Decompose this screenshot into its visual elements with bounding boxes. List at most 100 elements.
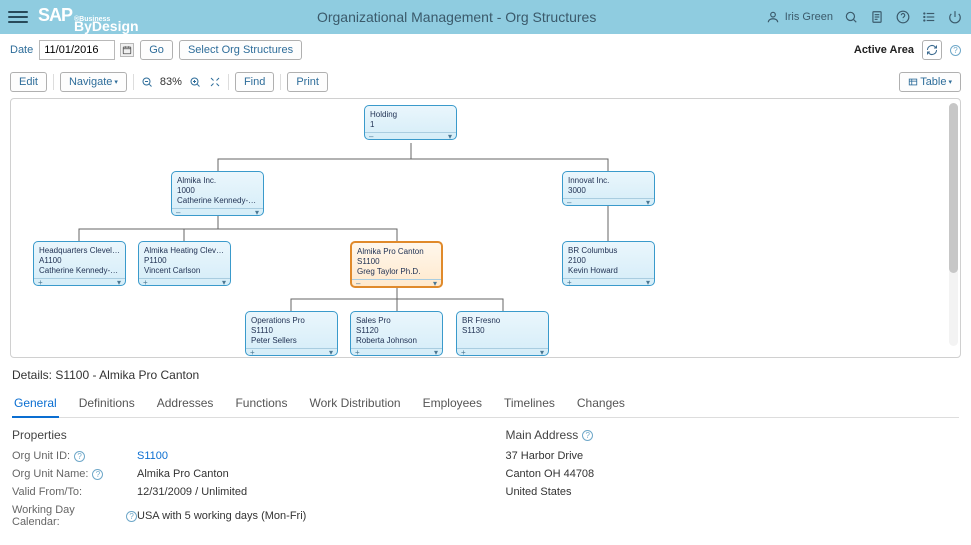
filter-bar: Date Go Select Org Structures Active Are… [0, 34, 971, 66]
list-icon[interactable] [921, 9, 937, 25]
calendar-icon[interactable] [120, 43, 134, 57]
node-person: Kevin Howard [568, 266, 649, 276]
expand-icon[interactable]: + [143, 279, 148, 285]
node-almika-inc[interactable]: Almika Inc. 1000 Catherine Kennedy-Woods… [171, 171, 264, 216]
search-icon[interactable] [843, 9, 859, 25]
user-icon [765, 9, 781, 25]
org-unit-name-value: Almika Pro Canton [137, 468, 229, 480]
chevron-down-icon[interactable]: ▾ [646, 279, 650, 285]
zoom-out-icon[interactable] [140, 75, 154, 89]
active-area-label: Active Area [854, 44, 914, 56]
address-line-1: 37 Harbor Drive [506, 450, 584, 462]
scrollbar-thumb[interactable] [949, 103, 958, 273]
collapse-icon[interactable]: – [567, 199, 571, 205]
node-name: Almika Heating Cleveland [144, 246, 225, 256]
collapse-icon[interactable]: – [369, 133, 373, 139]
help-icon[interactable]: ? [582, 430, 593, 441]
node-id: 2100 [568, 256, 649, 266]
edit-button[interactable]: Edit [10, 72, 47, 92]
tab-definitions[interactable]: Definitions [77, 392, 137, 417]
date-input[interactable] [39, 40, 115, 60]
org-unit-id-value[interactable]: S1100 [137, 450, 168, 462]
clipboard-icon[interactable] [869, 9, 885, 25]
chevron-down-icon[interactable]: ▾ [448, 133, 452, 139]
zoom-level: 83% [160, 76, 182, 88]
fit-icon[interactable] [208, 75, 222, 89]
node-name: Almika Inc. [177, 176, 258, 186]
node-br-columbus[interactable]: BR Columbus 2100 Kevin Howard + ▾ [562, 241, 655, 286]
expand-icon[interactable]: + [461, 349, 466, 355]
node-id: S1110 [251, 326, 332, 336]
calendar-value: USA with 5 working days (Mon-Fri) [137, 510, 306, 522]
tab-addresses[interactable]: Addresses [155, 392, 216, 417]
help-icon[interactable] [895, 9, 911, 25]
zoom-in-icon[interactable] [188, 75, 202, 89]
expand-icon[interactable]: + [38, 279, 43, 285]
node-name: Headquarters Cleveland [39, 246, 120, 256]
go-button[interactable]: Go [140, 40, 173, 60]
collapse-icon[interactable]: – [356, 280, 360, 286]
tab-timelines[interactable]: Timelines [502, 392, 557, 417]
node-almika-pro-canton[interactable]: Almika Pro Canton S1100 Greg Taylor Ph.D… [350, 241, 443, 288]
valid-from-to-label: Valid From/To: [12, 486, 82, 498]
power-icon[interactable] [947, 9, 963, 25]
node-person: Catherine Kennedy-Woods [177, 196, 258, 206]
node-innovat-inc[interactable]: Innovat Inc. 3000 –▾ [562, 171, 655, 206]
tab-functions[interactable]: Functions [233, 392, 289, 417]
org-unit-name-label: Org Unit Name: [12, 468, 88, 480]
refresh-icon[interactable] [922, 40, 942, 60]
node-name: BR Columbus [568, 246, 649, 256]
expand-icon[interactable]: + [250, 349, 255, 355]
separator [280, 74, 281, 90]
chevron-down-icon[interactable]: ▾ [329, 349, 333, 355]
org-chart-canvas[interactable]: Holding 1 –▾ Almika Inc. 1000 Catherine … [10, 98, 961, 358]
node-id: S1130 [462, 326, 543, 336]
diagram-toolbar: Edit Navigate▾ 83% Find Print Table▾ [0, 66, 971, 98]
node-holding[interactable]: Holding 1 –▾ [364, 105, 457, 140]
node-id: S1120 [356, 326, 437, 336]
node-almika-heating[interactable]: Almika Heating Cleveland P1100 Vincent C… [138, 241, 231, 286]
chevron-down-icon[interactable]: ▾ [117, 279, 121, 285]
main-menu-icon[interactable] [8, 7, 28, 27]
node-id: 1000 [177, 186, 258, 196]
tab-employees[interactable]: Employees [421, 392, 484, 417]
tab-work-distribution[interactable]: Work Distribution [307, 392, 402, 417]
chevron-down-icon[interactable]: ▾ [255, 209, 259, 215]
node-operations-pro[interactable]: Operations Pro S1110 Peter Sellers +▾ [245, 311, 338, 356]
expand-icon[interactable]: + [355, 349, 360, 355]
node-name: Innovat Inc. [568, 176, 649, 186]
table-view-button[interactable]: Table▾ [899, 72, 961, 92]
expand-icon[interactable]: + [567, 279, 572, 285]
chevron-down-icon[interactable]: ▾ [433, 280, 437, 286]
help-icon[interactable]: ? [74, 451, 85, 462]
node-sales-pro[interactable]: Sales Pro S1120 Roberta Johnson +▾ [350, 311, 443, 356]
node-hq-cleveland[interactable]: Headquarters Cleveland A1100 Catherine K… [33, 241, 126, 286]
find-button[interactable]: Find [235, 72, 274, 92]
sap-logo: SAP ®Business ByDesign [38, 5, 139, 30]
tab-changes[interactable]: Changes [575, 392, 627, 417]
navigate-button[interactable]: Navigate▾ [60, 72, 127, 92]
separator [53, 74, 54, 90]
chevron-down-icon[interactable]: ▾ [222, 279, 226, 285]
node-person: Roberta Johnson [356, 336, 437, 346]
user-profile[interactable]: Iris Green [765, 9, 833, 25]
chevron-down-icon[interactable]: ▾ [540, 349, 544, 355]
node-br-fresno[interactable]: BR Fresno S1130 +▾ [456, 311, 549, 356]
chevron-down-icon[interactable]: ▾ [434, 349, 438, 355]
collapse-icon[interactable]: – [176, 209, 180, 215]
select-org-structures-button[interactable]: Select Org Structures [179, 40, 302, 60]
user-name: Iris Green [785, 11, 833, 23]
node-name: Holding [370, 110, 451, 120]
node-person [462, 336, 543, 346]
details-panel: Details: S1100 - Almika Pro Canton Gener… [0, 358, 971, 538]
tab-general[interactable]: General [12, 392, 59, 418]
chevron-down-icon[interactable]: ▾ [646, 199, 650, 205]
address-line-2: Canton OH 44708 [506, 468, 595, 480]
help-icon[interactable]: ? [92, 469, 103, 480]
main-address-heading: Main Address [506, 428, 579, 442]
org-unit-id-label: Org Unit ID: [12, 450, 70, 462]
help-icon[interactable]: ? [126, 511, 137, 522]
separator [133, 74, 134, 90]
help-icon-small[interactable]: ? [950, 45, 961, 56]
print-button[interactable]: Print [287, 72, 328, 92]
